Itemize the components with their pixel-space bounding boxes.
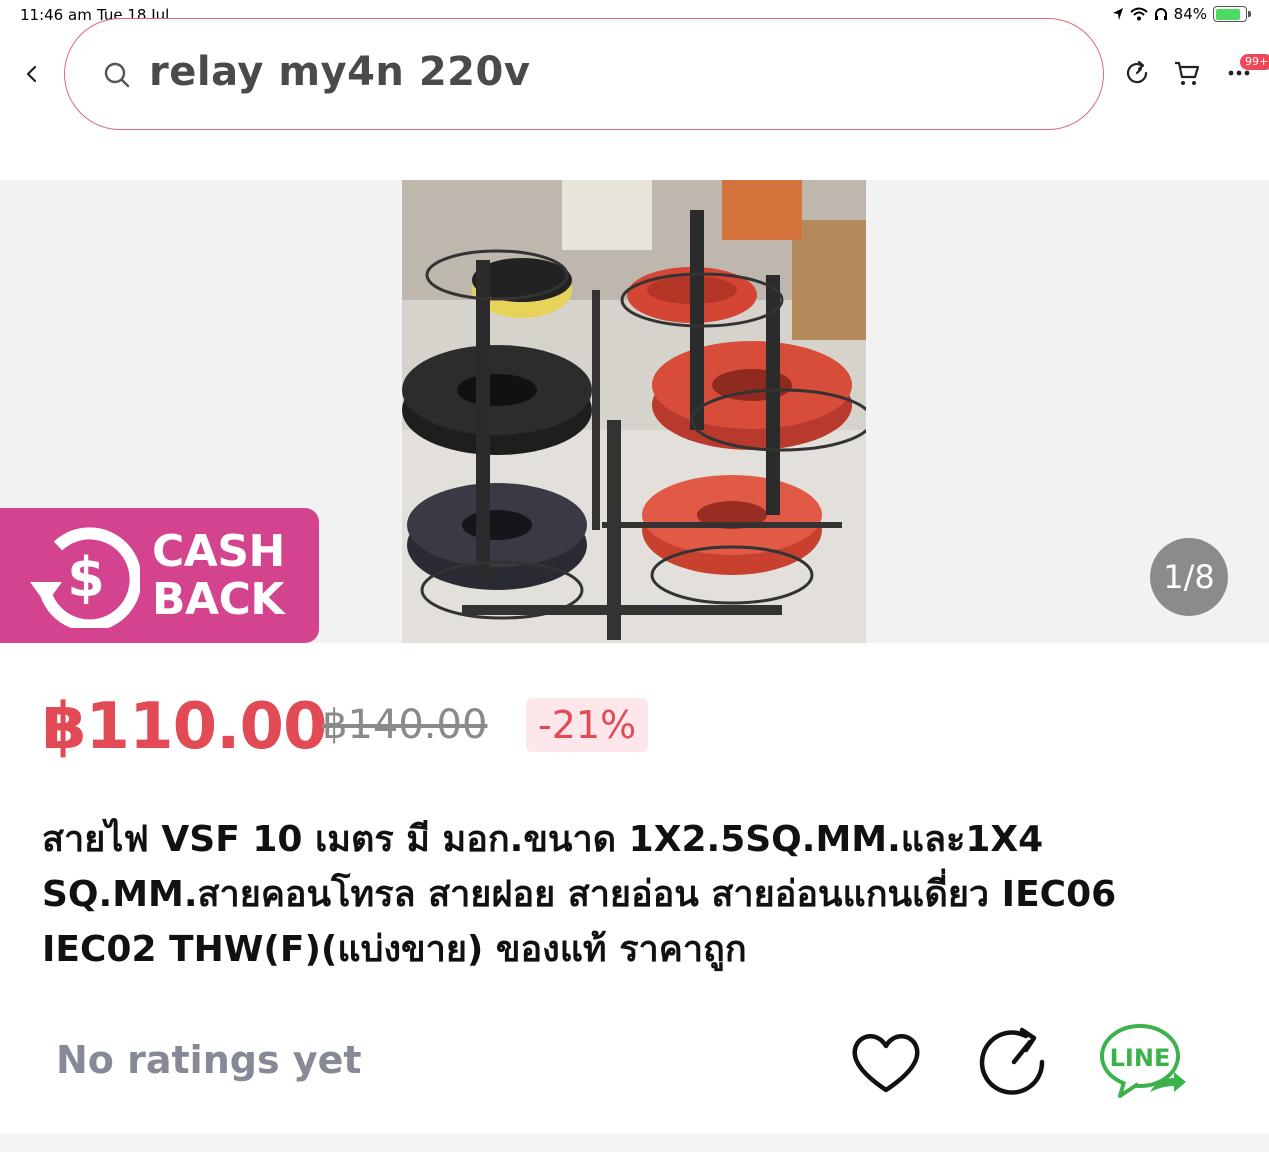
status-time: 11:46 am [20,6,92,24]
current-price: ฿110.00 [42,690,327,764]
back-icon [26,65,37,83]
cable-reels-photo [402,180,866,643]
back-button[interactable] [18,56,46,92]
refresh-button[interactable] [1120,56,1154,90]
cart-icon [1175,61,1200,85]
product-gallery[interactable]: $ CASH BACK 1/8 [0,180,1269,643]
wifi-icon [1129,7,1148,21]
ratings-text: No ratings yet [56,1038,362,1082]
search-query: relay my4n 220v [149,49,531,95]
search-icon [104,62,130,88]
battery-percent: 84% [1173,5,1207,23]
heart-icon [852,1034,920,1093]
svg-text:$: $ [67,546,105,609]
discount-badge: -21% [526,698,649,752]
dollar-cycle-icon: $ [30,527,140,628]
location-icon [1112,8,1123,20]
status-indicators: 84% [1112,5,1251,23]
bottom-divider [0,1134,1269,1152]
battery-level [1215,8,1240,20]
share-button[interactable] [974,1022,1054,1102]
cashback-line1: CASH [152,526,285,577]
cashback-line2: BACK [152,574,284,625]
search-input[interactable]: relay my4n 220v [64,18,1104,130]
cashback-banner[interactable]: $ CASH BACK [0,508,319,643]
line-share-icon: LINE [1100,1024,1186,1098]
image-counter: 1/8 [1150,538,1228,616]
cart-badge: 99+ [1240,54,1269,70]
headphones-icon [1154,8,1167,20]
refresh-icon [1126,60,1148,84]
product-image[interactable] [402,180,866,643]
line-label: LINE [1110,1044,1171,1072]
favorite-button[interactable] [846,1022,926,1102]
line-share-button[interactable]: LINE [1098,1022,1186,1102]
more-icon [1228,70,1250,76]
cart-button[interactable] [1170,56,1204,90]
original-price: ฿140.00 [322,702,488,748]
battery-icon [1213,6,1251,22]
share-icon [979,1027,1045,1095]
cashback-label: CASH BACK [152,528,285,624]
product-title: สายไฟ VSF 10 เมตร มี มอก.ขนาด 1X2.5SQ.MM… [42,819,1117,970]
